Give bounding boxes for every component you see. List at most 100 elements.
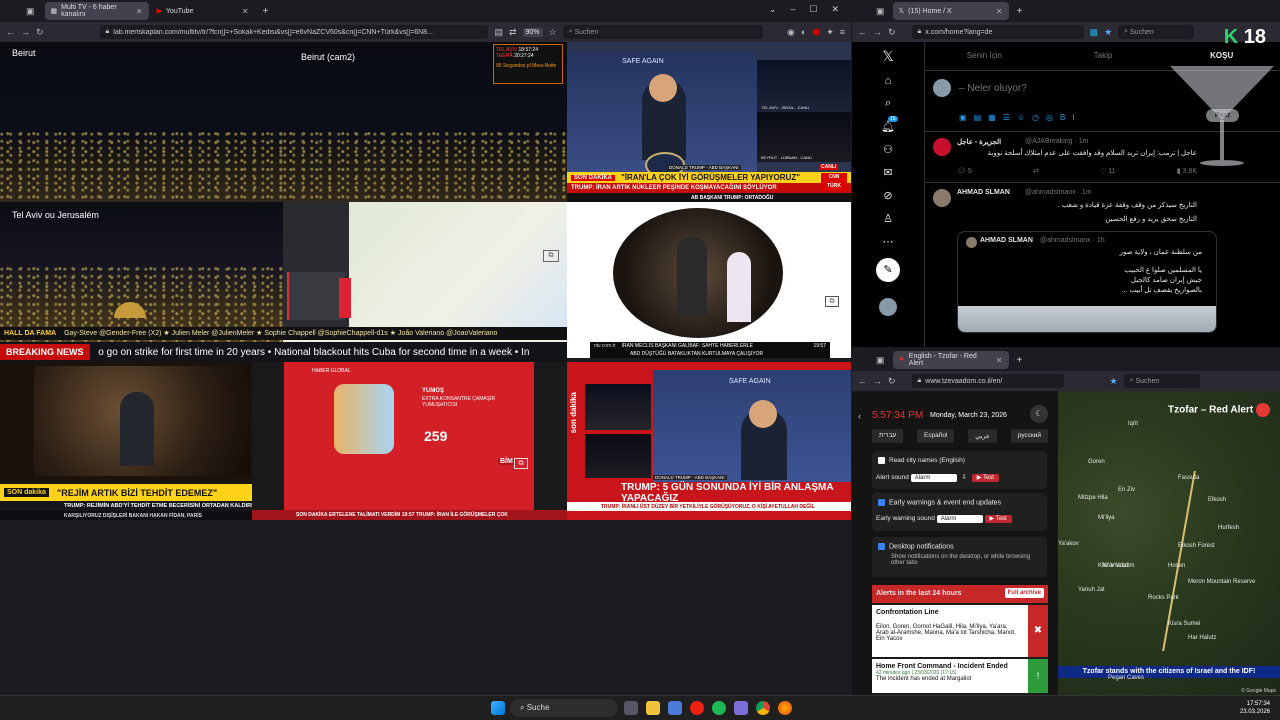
lang-arabic[interactable]: عربي [968, 429, 997, 443]
tab-following[interactable]: Takip [1044, 42, 1163, 70]
lang-spanish[interactable]: Español [916, 429, 955, 443]
post-compose-icon[interactable]: ✎ [876, 258, 900, 282]
bookmark-star-icon[interactable]: ★ [1104, 27, 1112, 38]
maximize-icon[interactable]: ☐ [809, 4, 817, 15]
search-input[interactable]: ⌕ Suchen [1123, 374, 1200, 388]
translate-icon[interactable]: ⇄ [509, 27, 517, 38]
address-bar[interactable]: 🔒︎ www.tzevaadom.co.il/en/ [911, 374, 1064, 388]
bookmark-star-icon[interactable]: ☆ [549, 27, 557, 38]
close-icon[interactable]: ✕ [996, 7, 1003, 16]
minimize-icon[interactable]: – [790, 4, 795, 15]
haber-global-ad-tile[interactable]: HABER GLOBAL YUMOŞ EXTRA KONSANTRE ÇAMAŞ… [252, 362, 567, 520]
test-early-button[interactable]: ▶ Test [984, 515, 1012, 523]
close-icon[interactable]: ✕ [136, 7, 143, 16]
early-sound-select[interactable]: Alarm [936, 515, 983, 523]
close-icon[interactable]: ✕ [996, 356, 1003, 365]
cnn-turk-tile[interactable]: SAFE AGAIN TEL AVİV - İSRAİL - CANLI BEY… [567, 42, 851, 202]
tab-multitv[interactable]: ▦ Multi TV - 6 haber kanalını ✕ [44, 2, 149, 20]
account-icon[interactable]: ◉ [787, 27, 795, 38]
taskbar-clock[interactable]: 17:57:34 23.03.2026 [1240, 700, 1270, 716]
lang-hebrew[interactable]: עברית [872, 429, 904, 443]
celebration-tile[interactable]: SON dakika "REJİM ARTIK BİZİ TEHDİT EDEM… [0, 362, 283, 520]
tab-tzofar[interactable]: ⚑ English - Tzofar - Red Alert ✕ [892, 351, 1009, 369]
forward-icon[interactable]: → [21, 27, 30, 37]
start-icon[interactable] [491, 701, 505, 715]
tab-list-icon[interactable]: ▣ [26, 6, 35, 17]
back-icon[interactable]: ← [6, 27, 15, 37]
ublock-icon[interactable]: ⬢ [812, 27, 820, 38]
beirut-cam-tile[interactable]: Beirut [0, 42, 283, 202]
picture-in-picture-icon[interactable]: ⧉ [514, 458, 528, 469]
alert-item-confrontation[interactable]: Confrontation Line Eilon, Goren, Gornot … [872, 605, 1048, 657]
reader-icon[interactable]: ▤ [494, 27, 503, 38]
tzofar-map[interactable]: Tzofar – Red Alert Tzofar stands with th… [1058, 391, 1280, 696]
like-count[interactable]: ♡ 11 [1100, 167, 1116, 175]
follow-icon[interactable]: ⚇ [883, 143, 893, 156]
desktop-notif-checkbox[interactable] [878, 543, 885, 550]
reload-icon[interactable]: ↻ [888, 376, 896, 387]
grok-icon[interactable]: ⊘ [883, 189, 892, 202]
extension-icon[interactable]: ▩ [1090, 27, 1099, 38]
tab-list-icon[interactable]: ▣ [876, 355, 885, 366]
menu-icon[interactable]: ≡ [840, 27, 845, 37]
tab-youtube[interactable]: ▶ YouTube ✕ [151, 2, 255, 20]
notifications-icon[interactable]: 🔔︎ 15 [881, 116, 898, 133]
avatar[interactable] [933, 138, 951, 156]
bold-icon[interactable]: B [1060, 113, 1072, 122]
picture-in-picture-icon[interactable]: ⧉ [825, 296, 839, 307]
messages-icon[interactable]: ✉ [883, 166, 892, 179]
bookmark-star-icon[interactable]: ★ [1110, 376, 1118, 387]
alert-sound-select[interactable]: Alarm [910, 474, 957, 482]
reload-icon[interactable]: ↻ [888, 27, 896, 38]
tel-aviv-cam-tile[interactable]: Tel Aviv ou Jerusalém [0, 202, 283, 342]
test-sound-button[interactable]: ▶ Test [971, 474, 999, 482]
reply-count[interactable]: 💬︎ 5 [957, 167, 972, 175]
more-icon[interactable]: ⋯ [883, 235, 894, 248]
extension-icon[interactable]: ◐ [801, 27, 806, 37]
tweet-author[interactable]: الجزيرة - عاجل [957, 138, 1001, 146]
forward-icon[interactable]: → [873, 27, 882, 37]
search-input[interactable]: ⌕ Suchen [1118, 25, 1195, 39]
x-logo-icon[interactable]: 𝕏 [882, 48, 893, 65]
new-tab-icon[interactable]: + [1017, 355, 1023, 366]
dark-mode-icon[interactable]: ☾ [1030, 405, 1048, 423]
early-warning-checkbox[interactable] [878, 499, 885, 506]
back-icon[interactable]: ← [858, 27, 867, 37]
lang-russian[interactable]: русский [1010, 429, 1048, 443]
tweet-ahmad[interactable]: AHMAD SLMAN @ahmadslmanx · 1m التاريخ سي… [925, 183, 1280, 333]
emoji-icon[interactable]: ☺ [1017, 113, 1032, 122]
tab-x-home[interactable]: 𝕏 (15) Home / X ✕ [892, 2, 1009, 20]
sondakika-tile[interactable]: son dakika SAFE AGAIN DONALD TRUMP - ABD… [567, 362, 851, 520]
search-icon[interactable]: ⌕ [885, 97, 891, 110]
media-icon[interactable]: ▣ [959, 113, 974, 122]
address-bar[interactable]: 🔒︎ x.com/home?lang=de [911, 25, 1084, 39]
tab-list-icon[interactable]: ▣ [876, 6, 885, 17]
chevron-down-icon[interactable]: ⌄ [769, 4, 777, 15]
avatar[interactable] [933, 189, 951, 207]
repost-icon[interactable]: ⇄ [1033, 167, 1039, 175]
poll-icon[interactable]: ☰ [1003, 113, 1017, 122]
location-icon[interactable]: ◎ [1046, 113, 1060, 122]
new-tab-icon[interactable]: + [263, 6, 269, 17]
ntv-tile[interactable]: ⧉ [567, 202, 851, 342]
download-icon[interactable]: ⇩ [962, 474, 967, 481]
home-icon[interactable]: ⌂ [885, 75, 892, 87]
profile-icon[interactable]: ♙ [883, 212, 893, 225]
avatar[interactable] [879, 298, 897, 316]
address-bar[interactable]: 🔒︎ lab.mertskaplan.com/multitv/tr/?fcn[]… [99, 25, 489, 39]
opera-icon[interactable] [690, 701, 704, 715]
picture-in-picture-icon[interactable]: ⧉ [543, 250, 559, 262]
file-explorer-icon[interactable] [646, 701, 660, 715]
close-window-icon[interactable]: ✕ [831, 4, 839, 15]
schedule-icon[interactable]: ◷ [1032, 113, 1046, 122]
tab-for-you[interactable]: Senin İçin [925, 42, 1044, 70]
tweet-author[interactable]: AHMAD SLMAN [957, 189, 1010, 196]
alert-item-incident-ended[interactable]: Home Front Command - Incident Ended 42 m… [872, 659, 1048, 693]
reload-icon[interactable]: ↻ [36, 27, 44, 38]
firefox-icon[interactable] [778, 701, 792, 715]
quoted-tweet[interactable]: AHMAD SLMAN @ahmadslmanx · 1h من سلطنة ع… [957, 231, 1217, 333]
chat-icon[interactable] [734, 701, 748, 715]
zoom-level[interactable]: 90% [522, 27, 543, 37]
task-view-icon[interactable] [624, 701, 638, 715]
search-input[interactable]: ⌕ Suchen [562, 25, 764, 39]
